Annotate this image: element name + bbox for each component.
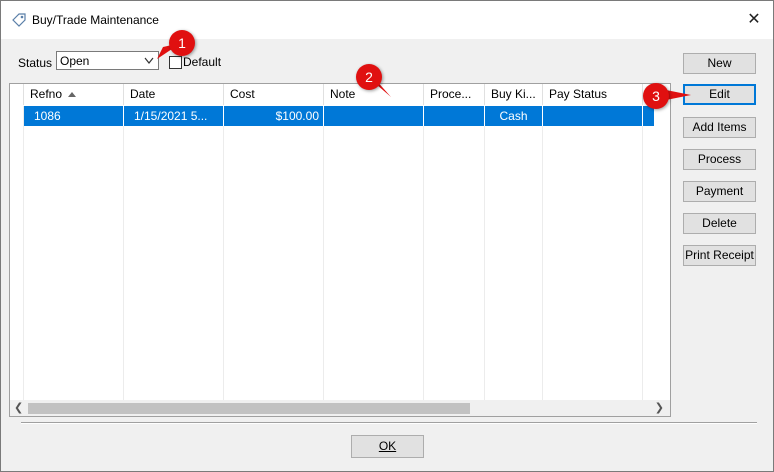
cell-buy-kind: Cash	[485, 106, 543, 126]
buy-trade-grid[interactable]: Refno Date Cost Note Proce... Buy Ki... …	[9, 83, 671, 417]
column-header-refno[interactable]: Refno	[24, 84, 124, 105]
cell-refno: 1086	[24, 106, 124, 126]
grid-header: Refno Date Cost Note Proce... Buy Ki... …	[10, 84, 670, 106]
column-header-date[interactable]: Date	[124, 84, 224, 105]
column-divider	[223, 106, 224, 402]
new-button[interactable]: New	[683, 53, 756, 74]
column-header-buy-kind[interactable]: Buy Ki...	[485, 84, 543, 105]
close-button[interactable]: ✕	[743, 9, 765, 31]
scroll-left-icon[interactable]: ❮	[14, 401, 23, 414]
cell-date: 1/15/2021 5...	[124, 106, 224, 126]
ok-button[interactable]: OK	[351, 435, 424, 458]
window-title: Buy/Trade Maintenance	[32, 13, 159, 27]
table-row[interactable]: 1086 1/15/2021 5... $100.00 Cash	[24, 106, 654, 126]
scrollbar-thumb[interactable]	[28, 403, 470, 414]
callout-marker-3: 3	[643, 83, 669, 109]
column-divider	[642, 106, 643, 402]
print-receipt-button[interactable]: Print Receipt	[683, 245, 756, 266]
column-divider	[542, 106, 543, 402]
column-label: Refno	[30, 87, 63, 101]
title-bar: Buy/Trade Maintenance ✕	[1, 1, 773, 39]
buy-trade-maintenance-dialog: Buy/Trade Maintenance ✕ Status Open Defa…	[0, 0, 774, 472]
tag-icon	[12, 13, 26, 27]
process-button[interactable]: Process	[683, 149, 756, 170]
callout-marker-1: 1	[169, 30, 195, 56]
delete-button[interactable]: Delete	[683, 213, 756, 234]
column-divider	[484, 106, 485, 402]
payment-button[interactable]: Payment	[683, 181, 756, 202]
column-divider	[423, 106, 424, 402]
row-header-corner	[10, 84, 24, 105]
column-divider	[123, 106, 124, 402]
column-header-cost[interactable]: Cost	[224, 84, 324, 105]
cell-cost: $100.00	[224, 106, 324, 126]
add-items-button[interactable]: Add Items	[683, 117, 756, 138]
scroll-right-icon[interactable]: ❯	[655, 401, 664, 414]
ok-label: OK	[378, 439, 397, 453]
cell-pay-status	[543, 106, 643, 126]
column-header-pay-status[interactable]: Pay Status	[543, 84, 643, 105]
cell-note	[324, 106, 424, 126]
column-header-process[interactable]: Proce...	[424, 84, 485, 105]
divider-highlight	[21, 423, 757, 424]
sort-ascending-icon	[68, 92, 77, 98]
column-divider	[23, 106, 24, 402]
callout-marker-2: 2	[356, 64, 382, 90]
status-label: Status	[18, 56, 53, 70]
cell-process	[424, 106, 485, 126]
column-divider	[323, 106, 324, 402]
status-value: Open	[60, 54, 90, 68]
horizontal-scrollbar[interactable]: ❮ ❯	[10, 400, 670, 416]
